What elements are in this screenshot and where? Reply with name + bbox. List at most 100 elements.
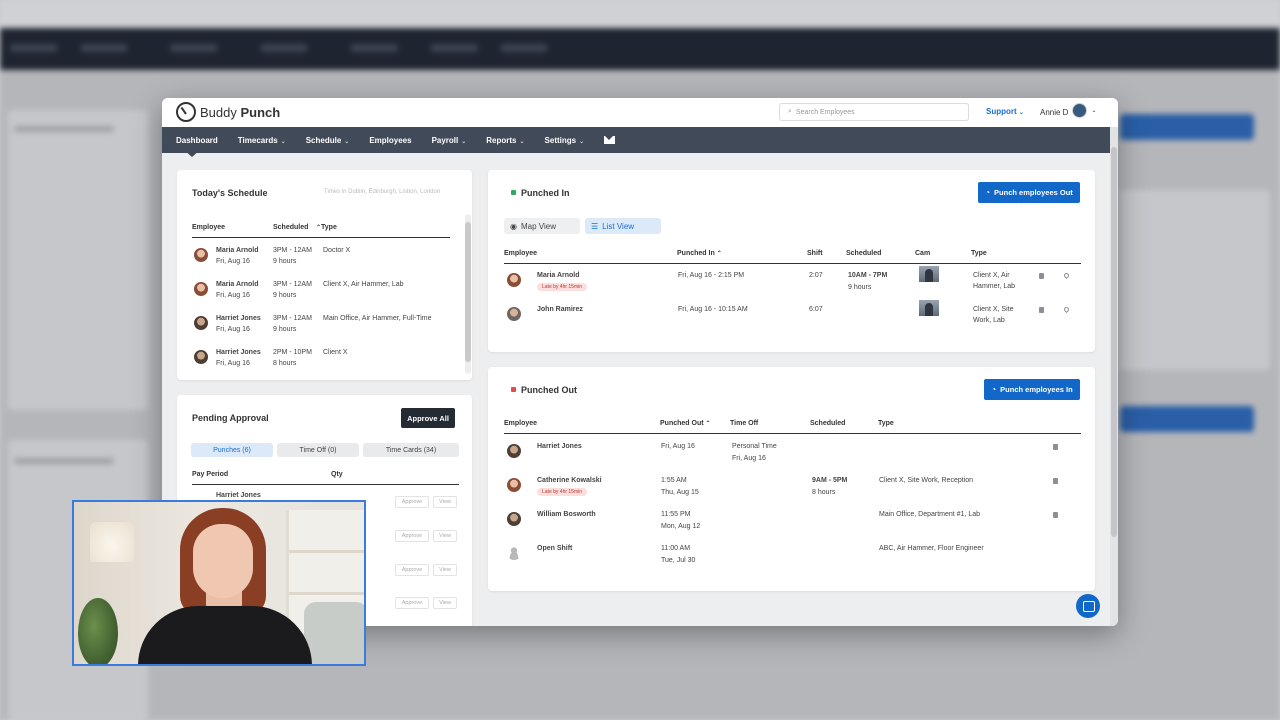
chevron-down-icon: ⌄ bbox=[519, 138, 525, 145]
logo[interactable]: Buddy Punch bbox=[176, 102, 280, 122]
col-scheduled[interactable]: Scheduled bbox=[273, 224, 308, 231]
chevron-down-icon: ⌄ bbox=[1018, 110, 1024, 116]
note-icon[interactable] bbox=[1053, 478, 1058, 484]
col-punched-out[interactable]: Punched Out ⌃ bbox=[660, 420, 711, 427]
nav-label: Timecards bbox=[237, 135, 278, 145]
chevron-down-icon: ⌄ bbox=[1091, 108, 1097, 114]
punched-in-card: Punched In ◔ Punch employees Out ◉ Map Vi… bbox=[488, 170, 1095, 352]
map-view-tab[interactable]: ◉ Map View bbox=[504, 218, 580, 234]
view-button[interactable]: View bbox=[433, 597, 457, 609]
timezone-note: Times in Dublin, Edinburgh, Lisbon, Lond… bbox=[324, 189, 441, 195]
col-employee[interactable]: Employee bbox=[504, 250, 537, 257]
camera-photo[interactable] bbox=[919, 300, 939, 316]
search-input[interactable]: ⌕ Search Employees bbox=[779, 103, 969, 121]
approve-all-button[interactable]: Approve All bbox=[401, 408, 455, 428]
camera-photo[interactable] bbox=[919, 266, 939, 282]
nav-label: Payroll bbox=[431, 135, 459, 145]
tab-label: List View bbox=[602, 221, 635, 231]
approve-button[interactable]: Approve bbox=[395, 564, 429, 576]
avatar bbox=[194, 248, 208, 262]
employee-link[interactable]: Maria Arnold bbox=[216, 281, 259, 288]
nav-payroll[interactable]: Payroll ⌄ bbox=[432, 136, 467, 145]
employee-link[interactable]: Open Shift bbox=[537, 545, 572, 552]
nav-timecards[interactable]: Timecards ⌄ bbox=[238, 136, 286, 145]
support-menu[interactable]: Support ⌄ bbox=[986, 107, 1024, 116]
scheduled-time: 9AM - 5PM bbox=[812, 477, 848, 484]
col-pay-period[interactable]: Pay Period bbox=[192, 471, 228, 478]
view-button[interactable]: View bbox=[433, 496, 457, 508]
list-icon: ☰ bbox=[591, 221, 599, 231]
nav-schedule[interactable]: Schedule ⌄ bbox=[306, 136, 350, 145]
col-scheduled[interactable]: Scheduled bbox=[810, 420, 845, 427]
col-employee[interactable]: Employee bbox=[192, 224, 225, 231]
nav-label: Employees bbox=[369, 135, 412, 145]
employee-link[interactable]: Maria Arnold bbox=[537, 272, 580, 279]
col-punched-in[interactable]: Punched In ⌃ bbox=[677, 250, 722, 257]
punch-in-button[interactable]: ◔ Punch employees In bbox=[984, 379, 1080, 400]
card-title: Punched Out bbox=[521, 385, 577, 395]
nav-label: Dashboard bbox=[176, 135, 218, 145]
avatar bbox=[194, 316, 208, 330]
avatar bbox=[507, 273, 521, 287]
card-title: Punched In bbox=[521, 188, 570, 198]
avatar-placeholder bbox=[507, 546, 521, 560]
scheduled-hours: 8 hours bbox=[812, 489, 836, 496]
mail-icon[interactable] bbox=[604, 136, 616, 144]
note-icon[interactable] bbox=[1039, 273, 1044, 279]
approve-button[interactable]: Approve bbox=[395, 530, 429, 542]
employee-link[interactable]: Catherine Kowalski bbox=[537, 477, 602, 484]
divider bbox=[192, 484, 459, 485]
employee-link[interactable]: Harriet Jones bbox=[216, 315, 261, 322]
list-view-tab[interactable]: ☰ List View bbox=[585, 218, 661, 234]
employee-link[interactable]: Harriet Jones bbox=[216, 349, 261, 356]
logo-prefix: Buddy bbox=[200, 104, 237, 120]
divider bbox=[504, 433, 1081, 434]
col-employee[interactable]: Employee bbox=[504, 420, 537, 427]
type-line1: Client X, Air bbox=[973, 272, 1010, 279]
col-qty[interactable]: Qty bbox=[331, 471, 343, 478]
view-button[interactable]: View bbox=[433, 564, 457, 576]
time-off: Personal Time bbox=[732, 443, 777, 450]
approve-button[interactable]: Approve bbox=[395, 597, 429, 609]
location-pin-icon[interactable] bbox=[1062, 271, 1071, 280]
col-type[interactable]: Type bbox=[971, 250, 987, 257]
view-button[interactable]: View bbox=[433, 530, 457, 542]
chat-icon[interactable] bbox=[1076, 594, 1100, 618]
schedule-scrollbar[interactable] bbox=[465, 214, 471, 374]
col-scheduled[interactable]: Scheduled bbox=[846, 250, 881, 257]
page-scrollbar[interactable] bbox=[1110, 127, 1118, 626]
row-time: 3PM - 12AM bbox=[273, 315, 312, 322]
tab-punches[interactable]: Punches (6) bbox=[191, 443, 273, 457]
employee-link[interactable]: Harriet Jones bbox=[537, 443, 582, 450]
nav-employees[interactable]: Employees bbox=[369, 136, 411, 145]
row-hours: 9 hours bbox=[273, 292, 297, 299]
employee-link[interactable]: John Ramirez bbox=[537, 306, 583, 313]
col-cam[interactable]: Cam bbox=[915, 250, 930, 257]
employee-link[interactable]: Maria Arnold bbox=[216, 247, 259, 254]
row-date: Fri, Aug 16 bbox=[216, 292, 250, 299]
row-hours: 9 hours bbox=[273, 326, 297, 333]
tab-time-cards[interactable]: Time Cards (34) bbox=[363, 443, 459, 457]
location-pin-icon[interactable] bbox=[1062, 305, 1071, 314]
chair-image bbox=[304, 602, 364, 664]
nav-reports[interactable]: Reports ⌄ bbox=[486, 136, 524, 145]
col-label: Punched Out bbox=[660, 420, 704, 427]
col-type[interactable]: ⌃Type bbox=[316, 224, 337, 231]
nav-settings[interactable]: Settings ⌄ bbox=[545, 136, 585, 145]
note-icon[interactable] bbox=[1039, 307, 1044, 313]
divider bbox=[504, 263, 1081, 264]
todays-schedule-card: Today's Schedule Times in Dublin, Edinbu… bbox=[177, 170, 472, 380]
employee-link[interactable]: William Bosworth bbox=[537, 511, 596, 518]
shift-length: 6:07 bbox=[809, 306, 823, 313]
employee-link[interactable]: Harriet Jones bbox=[216, 492, 261, 499]
col-time-off[interactable]: Time Off bbox=[730, 420, 758, 427]
punch-out-button[interactable]: ◔ Punch employees Out bbox=[978, 182, 1080, 203]
col-shift[interactable]: Shift bbox=[807, 250, 823, 257]
user-menu[interactable]: Annie D ⌄ bbox=[1040, 103, 1097, 118]
col-type[interactable]: Type bbox=[878, 420, 894, 427]
note-icon[interactable] bbox=[1053, 512, 1058, 518]
note-icon[interactable] bbox=[1053, 444, 1058, 450]
nav-dashboard[interactable]: Dashboard bbox=[176, 135, 218, 157]
approve-button[interactable]: Approve bbox=[395, 496, 429, 508]
tab-time-off[interactable]: Time Off (0) bbox=[277, 443, 359, 457]
